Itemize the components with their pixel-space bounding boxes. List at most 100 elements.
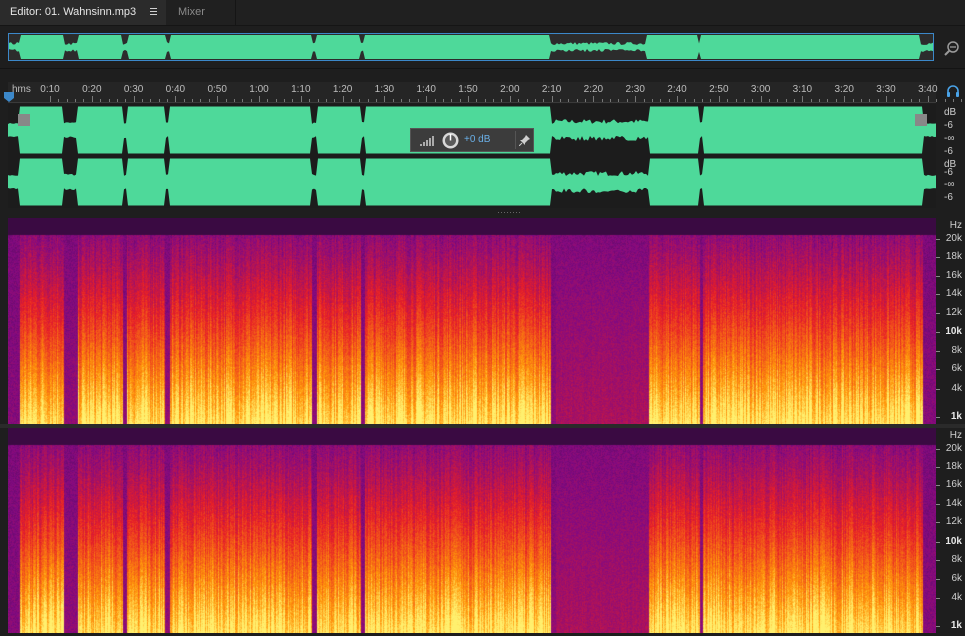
ruler-tick <box>844 96 846 102</box>
ruler-tick-label: 0:40 <box>165 84 186 95</box>
hz-label: 1k <box>950 619 962 631</box>
ruler-tick <box>141 99 143 102</box>
hud-gain-control[interactable]: +0 dB <box>410 128 534 152</box>
hud-gain-value[interactable]: +0 dB <box>464 134 490 145</box>
ruler-tick <box>175 96 177 102</box>
overview-navigator[interactable] <box>8 33 934 61</box>
ruler-tick-label: 0:20 <box>82 84 102 95</box>
ruler-tick <box>760 96 762 102</box>
fade-handle[interactable] <box>18 114 30 126</box>
ruler-tick <box>860 99 862 102</box>
panel-menu-icon[interactable] <box>148 6 160 18</box>
ruler-tick-label: 3:40 <box>918 84 938 95</box>
ruler-tick <box>133 96 135 102</box>
ruler-tick <box>116 99 118 102</box>
hz-label: 16k <box>945 479 962 491</box>
time-ruler[interactable]: hms 0:10 0:20 0:30 0:40 0:50 1:00 1:10 1:20 1:30… <box>8 82 963 103</box>
spectral-display-ch1[interactable] <box>8 218 936 424</box>
ruler-tick-label: 2:40 <box>667 84 687 95</box>
scroll-handle-icon[interactable] <box>498 211 522 214</box>
ruler-tick <box>944 99 946 102</box>
ruler-tick <box>401 99 403 102</box>
ruler-tick <box>108 99 110 102</box>
ruler-tick <box>869 99 871 102</box>
ruler-tick <box>752 99 754 102</box>
ruler-tick <box>250 99 252 102</box>
waveform-display[interactable] <box>8 104 936 208</box>
hz-tick <box>936 560 940 562</box>
ruler-tick <box>200 99 202 102</box>
ruler-tick <box>158 99 160 102</box>
hz-tick <box>936 238 940 240</box>
ruler-tick <box>451 99 453 102</box>
ruler-tick <box>559 99 561 102</box>
ruler-tick <box>501 99 503 102</box>
ruler-tick <box>877 99 879 102</box>
ruler-tick <box>643 99 645 102</box>
ruler-tick-label: 3:30 <box>876 84 896 95</box>
hz-label: 14k <box>945 497 962 509</box>
hz-label: 4k <box>951 592 962 604</box>
ruler-tick <box>359 99 361 102</box>
ruler-tick <box>827 99 829 102</box>
ruler-tick <box>284 99 286 102</box>
gain-knob-icon[interactable] <box>441 131 460 150</box>
tab-mixer[interactable]: Mixer <box>168 0 236 25</box>
zoom-icon[interactable] <box>944 40 960 56</box>
ruler-tick-label: 1:40 <box>416 84 436 95</box>
ruler-tick <box>350 99 352 102</box>
ruler-tick <box>551 96 553 102</box>
tab-editor[interactable]: Editor: 01. Wahnsinn.mp3 <box>0 0 166 25</box>
hz-unit: Hz <box>949 430 962 441</box>
hz-tick <box>936 598 940 600</box>
ruler-tick <box>961 99 963 102</box>
hz-label: 12k <box>945 306 962 318</box>
ruler-tick <box>526 99 528 102</box>
ruler-tick <box>852 99 854 102</box>
ruler-tick <box>626 99 628 102</box>
tab-bar: Editor: 01. Wahnsinn.mp3 Mixer <box>0 0 965 26</box>
hz-label: 20k <box>945 232 962 244</box>
ruler-tick <box>952 99 954 102</box>
ruler-tick <box>886 96 887 102</box>
ruler-tick <box>685 99 687 102</box>
ruler-tick <box>777 99 779 102</box>
hz-label: 12k <box>945 516 962 528</box>
ruler-tick <box>635 96 637 102</box>
ruler-tick <box>426 96 428 102</box>
amp-label: -6 <box>944 192 953 203</box>
ruler-tick <box>83 99 85 102</box>
spectral-display-ch2[interactable] <box>8 428 936 633</box>
ruler-tick <box>384 96 386 102</box>
ruler-tick <box>192 99 194 102</box>
ruler-tick <box>810 99 812 102</box>
overview-waveform <box>9 35 933 59</box>
ruler-tick <box>585 99 587 102</box>
playhead-icon[interactable] <box>3 91 15 103</box>
ruler-tick <box>484 99 486 102</box>
ruler-tick <box>267 99 269 102</box>
hz-label: 10k <box>945 535 962 547</box>
ruler-tick <box>601 99 603 102</box>
ruler-tick <box>802 96 804 102</box>
ruler-tick <box>894 99 896 102</box>
pin-icon[interactable] <box>519 134 531 146</box>
ruler-tick <box>91 96 93 102</box>
ruler-tick <box>242 99 244 102</box>
hz-tick <box>936 388 940 390</box>
ruler-tick <box>476 99 478 102</box>
ruler-tick <box>100 99 102 102</box>
hz-label: 10k <box>945 326 962 338</box>
ruler-tick <box>902 99 904 102</box>
ruler-tick <box>417 99 419 102</box>
amp-label: -∞ <box>944 133 955 144</box>
ruler-tick <box>677 96 678 102</box>
hz-label: 14k <box>945 288 962 300</box>
ruler-tick <box>217 96 219 102</box>
ruler-tick-label: 1:20 <box>332 84 353 95</box>
ruler-tick <box>125 99 127 102</box>
ruler-tick <box>183 99 185 102</box>
headphone-icon[interactable] <box>946 84 960 98</box>
ruler-tick <box>75 99 77 102</box>
fade-handle[interactable] <box>915 114 927 126</box>
